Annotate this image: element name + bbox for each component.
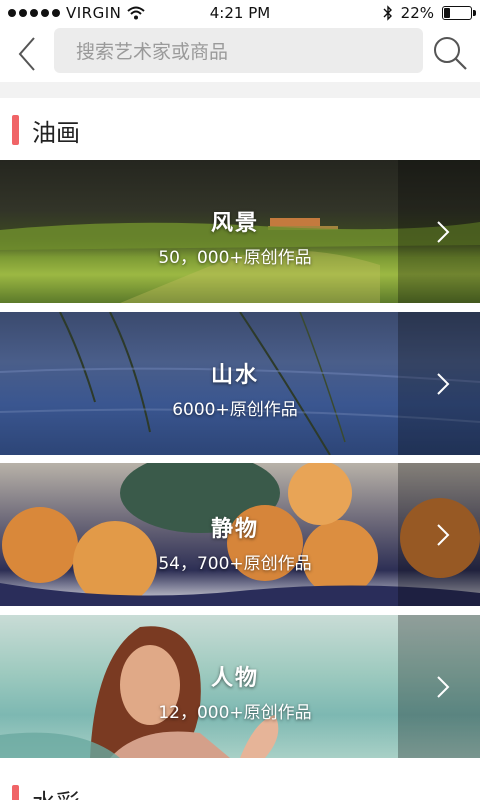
section-accent-bar bbox=[12, 785, 19, 800]
category-count: 50，000+原创作品 bbox=[158, 248, 312, 268]
search-placeholder: 搜索艺术家或商品 bbox=[76, 41, 229, 63]
section-divider bbox=[0, 82, 480, 98]
card-text: 人物 12，000+原创作品 bbox=[0, 660, 470, 723]
category-name: 静物 bbox=[210, 517, 259, 542]
category-name: 山水 bbox=[210, 363, 259, 388]
section-title: 水彩 bbox=[32, 783, 80, 800]
category-card-figure[interactable]: 人物 12，000+原创作品 bbox=[0, 615, 480, 758]
battery-icon bbox=[442, 6, 476, 20]
card-text: 静物 54，700+原创作品 bbox=[0, 511, 470, 574]
category-card-shanshui[interactable]: 山水 6000+原创作品 bbox=[0, 312, 480, 455]
category-card-landscape[interactable]: 风景 50，000+原创作品 bbox=[0, 160, 480, 303]
card-text: 山水 6000+原创作品 bbox=[0, 357, 470, 420]
category-name: 风景 bbox=[210, 211, 259, 236]
category-count: 12，000+原创作品 bbox=[158, 703, 312, 723]
card-text: 风景 50，000+原创作品 bbox=[0, 205, 470, 268]
category-name: 人物 bbox=[210, 666, 259, 691]
status-bar: VIRGIN 4:21 PM 22% bbox=[0, 0, 480, 28]
section-header-oil: 油画 bbox=[0, 100, 480, 160]
header: 搜索艺术家或商品 bbox=[0, 28, 480, 82]
category-count: 6000+原创作品 bbox=[172, 400, 298, 420]
battery-percent: 22% bbox=[400, 4, 434, 22]
search-input[interactable]: 搜索艺术家或商品 bbox=[54, 28, 423, 73]
battery-level bbox=[444, 8, 451, 18]
category-count: 54，700+原创作品 bbox=[158, 554, 312, 574]
status-right: 22% bbox=[383, 4, 476, 22]
back-chevron-icon[interactable] bbox=[14, 34, 40, 74]
section-title: 油画 bbox=[32, 118, 80, 147]
section-header-watercolor: 水彩 bbox=[0, 770, 480, 800]
search-icon[interactable] bbox=[430, 34, 470, 74]
bluetooth-icon bbox=[383, 5, 392, 21]
category-card-still-life[interactable]: 静物 54，700+原创作品 bbox=[0, 463, 480, 606]
section-accent-bar bbox=[12, 115, 19, 145]
